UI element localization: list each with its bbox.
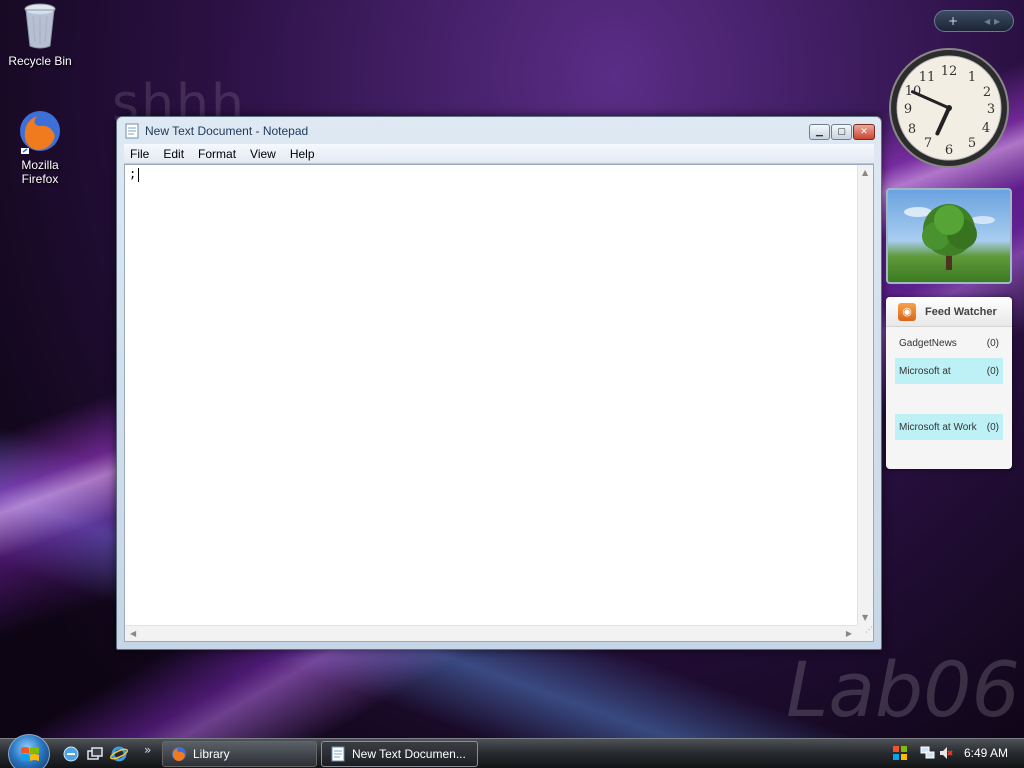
feed-row[interactable]: Microsoft at Work (0)	[895, 414, 1003, 440]
start-button[interactable]	[8, 734, 50, 768]
menu-help[interactable]: Help	[290, 147, 315, 161]
scroll-right-icon[interactable]: ▶	[846, 629, 852, 638]
svg-text:3: 3	[987, 102, 995, 117]
slideshow-gadget[interactable]	[886, 188, 1012, 284]
feed-row-name: Microsoft at Work	[899, 421, 977, 433]
desktop-icon-recycle-bin[interactable]: Recycle Bin	[2, 2, 78, 68]
minimize-button[interactable]: ▁	[809, 124, 830, 140]
recycle-bin-icon	[24, 3, 56, 49]
volume-muted-icon[interactable]	[938, 745, 954, 761]
taskbar: » Library New Text Documen... 6:49 AM	[0, 734, 1024, 768]
feed-row-count: (0)	[986, 365, 999, 377]
taskbar-button-library[interactable]: Library	[162, 741, 317, 767]
clock-gadget[interactable]: 1212 345 678 91011	[888, 47, 1010, 169]
tree-photo	[904, 204, 995, 270]
resize-grip-icon[interactable]: ⋰	[857, 625, 873, 641]
windows-logo-icon	[21, 747, 39, 761]
menu-edit[interactable]: Edit	[163, 147, 184, 161]
network-icon[interactable]	[920, 745, 936, 761]
feed-row[interactable]: Microsoft at (0)	[895, 358, 1003, 384]
rss-icon: ◉	[898, 302, 916, 321]
feed-row-name: Microsoft at	[899, 365, 951, 377]
sidebar-nav-buttons[interactable]: ◂ ▸	[984, 14, 1000, 28]
taskbar-clock[interactable]: 6:49 AM	[964, 746, 1008, 760]
text-editor[interactable]: ; ▲ ▼ ◀ ▶ ⋰	[124, 164, 874, 642]
editor-content: ;	[129, 167, 137, 181]
feed-row-count: (0)	[986, 337, 999, 349]
menu-bar: File Edit Format View Help	[124, 144, 874, 164]
add-gadget-button[interactable]: +	[948, 14, 958, 28]
desktop-watermark-bottom: Lab06	[786, 645, 1020, 734]
svg-text:6: 6	[945, 143, 953, 158]
firefox-icon	[172, 747, 186, 761]
svg-text:5: 5	[968, 136, 976, 151]
switch-windows-icon[interactable]	[86, 745, 104, 763]
svg-text:1: 1	[968, 70, 976, 85]
notepad-titlebar[interactable]: New Text Document - Notepad ▁ ▢ ✕	[117, 117, 881, 145]
switch-user-icon[interactable]	[62, 745, 80, 763]
maximize-button[interactable]: ▢	[831, 124, 852, 140]
window-title: New Text Document - Notepad	[145, 124, 309, 138]
feed-row-name: GadgetNews	[899, 337, 957, 349]
text-caret	[138, 167, 140, 182]
desktop-icon-firefox[interactable]: Mozilla Firefox	[2, 108, 78, 186]
svg-text:7: 7	[924, 136, 932, 151]
scroll-left-icon[interactable]: ◀	[130, 629, 136, 638]
feed-header: ◉ Feed Watcher	[886, 297, 1012, 327]
svg-text:11: 11	[919, 70, 936, 85]
scroll-up-icon[interactable]: ▲	[862, 168, 868, 177]
firefox-icon	[20, 111, 60, 154]
menu-view[interactable]: View	[250, 147, 276, 161]
svg-text:2: 2	[983, 85, 991, 100]
windows-update-icon[interactable]	[892, 745, 908, 761]
notepad-window: New Text Document - Notepad ▁ ▢ ✕ File E…	[116, 116, 882, 650]
vertical-scrollbar[interactable]: ▲ ▼	[857, 165, 873, 625]
svg-text:9: 9	[904, 102, 912, 117]
feed-row[interactable]: GadgetNews (0)	[895, 330, 1003, 356]
menu-format[interactable]: Format	[198, 147, 236, 161]
horizontal-scrollbar[interactable]: ◀ ▶	[125, 625, 857, 641]
feed-watcher-gadget: ◉ Feed Watcher GadgetNews (0) Microsoft …	[886, 297, 1012, 469]
notepad-icon	[331, 746, 345, 762]
desktop-icon-label: Mozilla Firefox	[21, 158, 59, 186]
svg-text:4: 4	[982, 121, 990, 136]
scroll-down-icon[interactable]: ▼	[862, 613, 868, 622]
system-tray: 6:49 AM	[884, 739, 1024, 768]
taskbar-button-notepad[interactable]: New Text Documen...	[321, 741, 478, 767]
svg-text:8: 8	[908, 122, 916, 137]
close-button[interactable]: ✕	[853, 124, 875, 140]
internet-explorer-icon[interactable]	[110, 745, 128, 763]
notepad-icon	[125, 123, 139, 139]
desktop-icon-label: Recycle Bin	[8, 54, 72, 68]
taskbar-button-label: Library	[193, 747, 230, 761]
feed-title: Feed Watcher	[925, 305, 997, 318]
quick-launch-chevron[interactable]: »	[144, 743, 151, 757]
menu-file[interactable]: File	[130, 147, 149, 161]
sidebar-controls: + ◂ ▸	[934, 10, 1014, 32]
taskbar-button-label: New Text Documen...	[352, 747, 466, 761]
svg-text:12: 12	[941, 64, 958, 79]
feed-row-count: (0)	[986, 421, 999, 433]
